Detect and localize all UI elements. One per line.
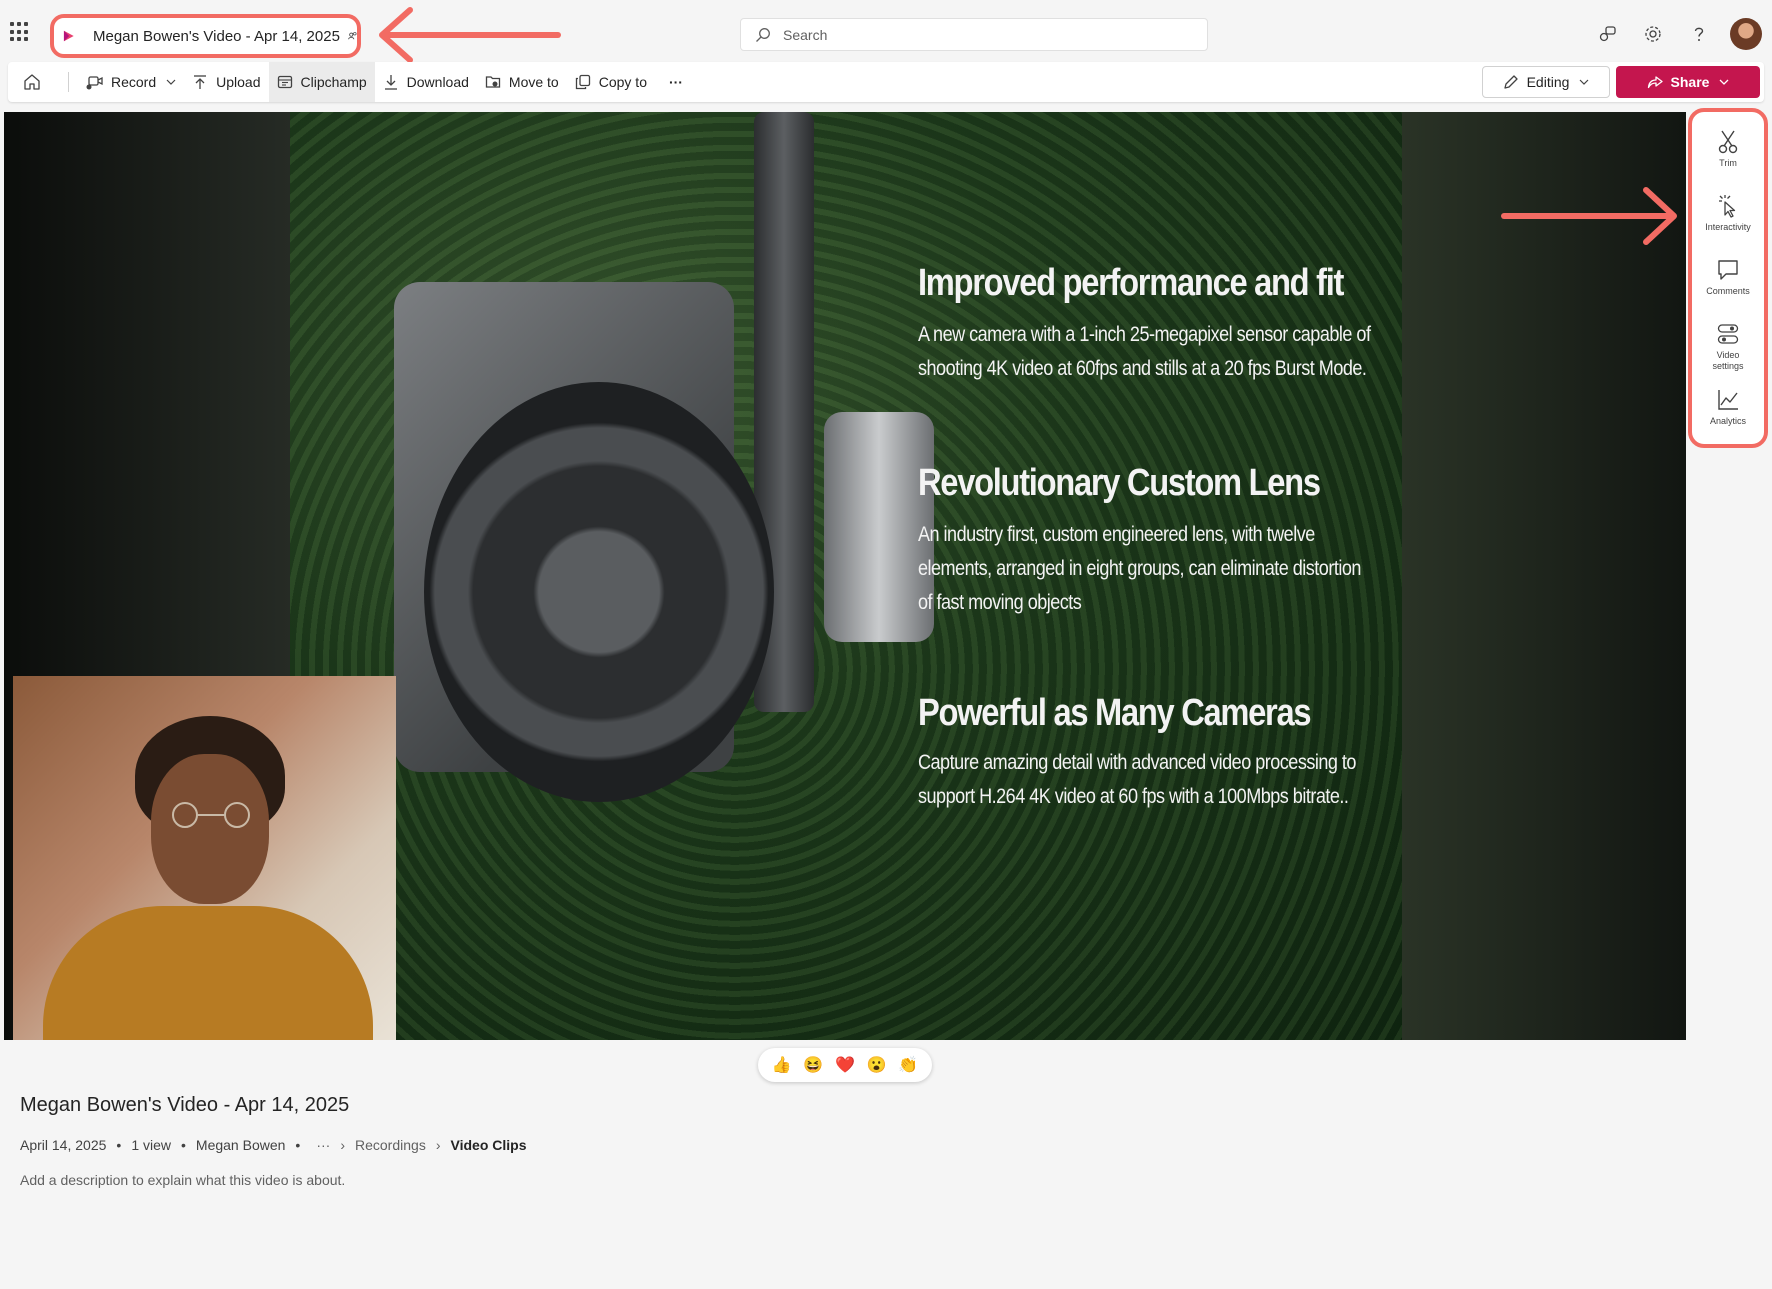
slide-body-2: An industry first, custom engineered len… xyxy=(918,523,1361,614)
copy-icon xyxy=(575,74,590,90)
clipchamp-button[interactable]: Clipchamp xyxy=(268,62,375,102)
pencil-icon xyxy=(1503,75,1518,89)
search-input[interactable]: Search xyxy=(783,27,827,43)
editing-label: Editing xyxy=(1526,74,1570,90)
clipchamp-icon xyxy=(277,75,292,89)
copy-to-button[interactable]: Copy to xyxy=(567,62,655,102)
camera-lens xyxy=(424,382,774,802)
avatar[interactable] xyxy=(1730,18,1762,50)
settings-toggles-icon xyxy=(1717,324,1739,344)
move-to-button[interactable]: Move to xyxy=(477,62,567,102)
video-title-pill[interactable]: Megan Bowen's Video - Apr 14, 2025 xyxy=(50,14,361,58)
chevron-down-icon xyxy=(166,79,176,85)
top-right-icons xyxy=(1584,14,1772,54)
divider xyxy=(68,72,69,92)
video-meta: April 14, 2025 • 1 view • Megan Bowen • … xyxy=(20,1137,526,1153)
breadcrumb-video-clips[interactable]: Video Clips xyxy=(451,1137,527,1153)
presenter-shirt xyxy=(43,906,373,1040)
slide-heading-3: Powerful as Many Cameras xyxy=(918,692,1312,734)
download-button[interactable]: Download xyxy=(375,62,477,102)
breadcrumb-recordings[interactable]: Recordings xyxy=(355,1137,426,1153)
presenter-camera-overlay xyxy=(13,676,396,1040)
app-launcher-icon[interactable] xyxy=(10,22,30,42)
search-box[interactable]: Search xyxy=(740,18,1208,51)
comments-button[interactable]: Comments xyxy=(1692,248,1764,310)
analytics-label: Analytics xyxy=(1709,416,1746,426)
comments-label: Comments xyxy=(1706,286,1750,296)
feedback-icon[interactable] xyxy=(1584,14,1630,54)
download-label: Download xyxy=(406,74,469,90)
separator-dot: • xyxy=(181,1137,186,1153)
video-settings-label: Video settings xyxy=(1712,350,1744,371)
record-camera-icon xyxy=(86,76,103,90)
breadcrumb-more[interactable]: ··· xyxy=(316,1137,330,1153)
gear-icon[interactable] xyxy=(1630,14,1676,54)
interactivity-button[interactable]: Interactivity xyxy=(1692,184,1764,246)
home-button[interactable] xyxy=(8,62,64,102)
video-settings-button[interactable]: Video settings xyxy=(1692,312,1764,374)
video-title-text: Megan Bowen's Video - Apr 14, 2025 xyxy=(92,27,340,45)
chevron-right-icon: › xyxy=(340,1137,345,1153)
interactivity-label: Interactivity xyxy=(1705,222,1751,232)
top-bar: Megan Bowen's Video - Apr 14, 2025 Searc… xyxy=(0,0,1772,68)
record-label: Record xyxy=(111,74,157,90)
copy-to-label: Copy to xyxy=(598,74,647,90)
reaction-laugh[interactable]: 😆 xyxy=(803,1055,823,1075)
slide-heading-1: Improved performance and fit xyxy=(918,262,1344,304)
reaction-heart[interactable]: ❤️ xyxy=(835,1055,855,1075)
presenter-glasses xyxy=(172,802,250,828)
share-label: Share xyxy=(1670,74,1710,90)
scissors-icon xyxy=(1718,130,1738,154)
callout-arrow-right xyxy=(1501,187,1677,245)
more-icon: ··· xyxy=(668,74,683,90)
search-icon xyxy=(756,27,770,42)
download-icon xyxy=(384,75,397,90)
shared-people-icon xyxy=(348,32,357,40)
callout-arrow-left xyxy=(379,7,561,63)
chevron-down-icon xyxy=(1579,79,1589,85)
video-blur-right xyxy=(1402,112,1686,1040)
upload-button[interactable]: Upload xyxy=(184,62,268,102)
separator-dot: • xyxy=(295,1137,301,1153)
reaction-surprised[interactable]: 😮 xyxy=(867,1055,887,1075)
cursor-click-icon xyxy=(1719,195,1736,218)
video-tools-panel: Trim Interactivity Comments Video settin… xyxy=(1688,108,1768,448)
slide-body-1: A new camera with a 1-inch 25-megapixel … xyxy=(918,323,1371,380)
owner-name[interactable]: Megan Bowen xyxy=(196,1137,286,1153)
separator-dot: • xyxy=(116,1137,122,1153)
editing-mode-button[interactable]: Editing xyxy=(1482,66,1610,98)
description-field[interactable]: Add a description to explain what this v… xyxy=(20,1172,345,1188)
home-icon xyxy=(24,74,40,90)
record-button[interactable]: Record xyxy=(77,62,184,102)
line-chart-icon xyxy=(1718,390,1738,410)
video-details-title: Megan Bowen's Video - Apr 14, 2025 xyxy=(20,1094,350,1116)
trim-button[interactable]: Trim xyxy=(1692,120,1764,182)
upload-icon xyxy=(194,75,207,89)
slide-heading-2: Revolutionary Custom Lens xyxy=(918,462,1321,504)
reaction-clap[interactable]: 👏 xyxy=(898,1055,918,1075)
upload-label: Upload xyxy=(216,74,261,90)
chevron-down-icon xyxy=(1719,79,1729,85)
reaction-thumbs-up[interactable]: 👍 xyxy=(772,1055,792,1075)
command-bar: Record Upload Clipchamp Download Move to… xyxy=(8,62,1764,102)
share-button[interactable]: Share xyxy=(1616,66,1760,98)
help-icon[interactable] xyxy=(1676,14,1722,54)
share-icon xyxy=(1647,76,1663,89)
analytics-button[interactable]: Analytics xyxy=(1692,378,1764,440)
slide-body-3: Capture amazing detail with advanced vid… xyxy=(918,751,1356,808)
chevron-right-icon: › xyxy=(435,1137,441,1153)
trim-label: Trim xyxy=(1719,158,1737,168)
more-commands-button[interactable]: ··· xyxy=(655,62,697,102)
clipchamp-label: Clipchamp xyxy=(300,74,367,90)
comment-icon xyxy=(1718,260,1738,280)
move-to-label: Move to xyxy=(508,74,559,90)
stream-logo-icon xyxy=(63,30,74,42)
reactions-bar: 👍 😆 ❤️ 😮 👏 xyxy=(758,1048,932,1082)
upload-date: April 14, 2025 xyxy=(20,1137,107,1153)
view-count: 1 view xyxy=(131,1137,171,1153)
move-folder-icon xyxy=(485,76,501,88)
video-player[interactable]: Improved performance and fit A new camer… xyxy=(4,112,1686,1040)
